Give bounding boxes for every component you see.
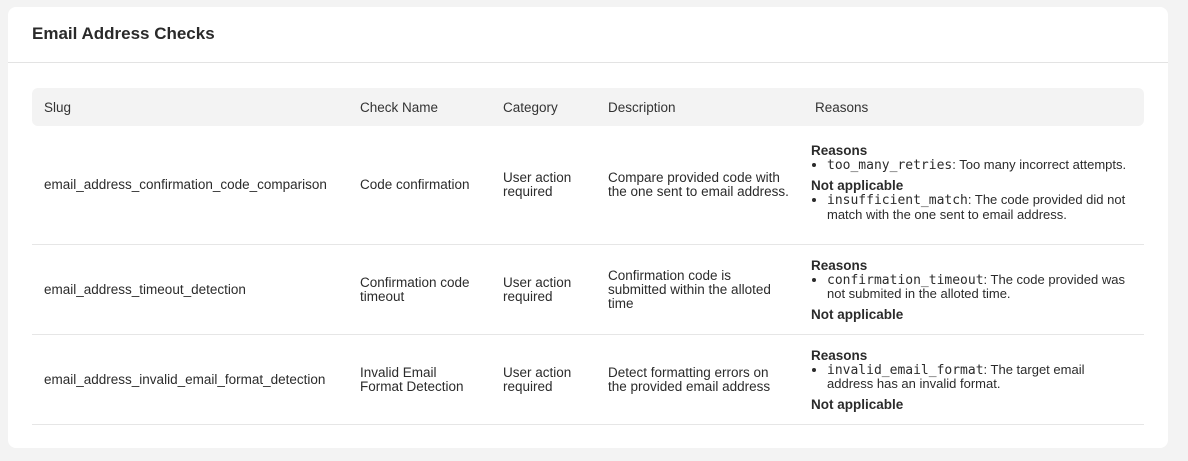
not-applicable-list: insufficient_match: The code provided di… xyxy=(811,193,1132,221)
table-row: email_address_invalid_email_format_detec… xyxy=(32,334,1144,425)
email-address-checks-card: Email Address Checks Slug Check Name Cat… xyxy=(8,7,1168,448)
not-applicable-heading: Not applicable xyxy=(811,178,904,194)
not-applicable-heading: Not applicable xyxy=(811,396,904,412)
reason-item: too_many_retries: Too many incorrect att… xyxy=(827,158,1132,173)
description-cell: Confirmation code is submitted within th… xyxy=(596,244,803,335)
table-row: email_address_confirmation_code_comparis… xyxy=(32,126,1144,245)
column-header-category: Category xyxy=(491,88,596,126)
slug-cell: email_address_confirmation_code_comparis… xyxy=(32,126,348,245)
column-header-description: Description xyxy=(596,88,803,126)
column-header-reasons: Reasons xyxy=(803,88,1144,126)
slug-cell: email_address_invalid_email_format_detec… xyxy=(32,334,348,425)
reasons-heading: Reasons xyxy=(811,257,868,273)
reasons-cell: Reasons invalid_email_format: The target… xyxy=(803,334,1144,425)
slug-cell: email_address_timeout_detection xyxy=(32,244,348,335)
card-header: Email Address Checks xyxy=(8,7,1168,63)
reason-item: confirmation_timeout: The code provided … xyxy=(827,272,1132,301)
column-header-slug: Slug xyxy=(32,88,348,126)
reasons-heading: Reasons xyxy=(811,142,868,158)
checks-table-container: Slug Check Name Category Description Rea… xyxy=(32,88,1144,425)
reasons-list: invalid_email_format: The target email a… xyxy=(811,362,1132,391)
reasons-cell: Reasons confirmation_timeout: The code p… xyxy=(803,244,1144,335)
table-row: email_address_timeout_detection Confirma… xyxy=(32,244,1144,335)
description-cell: Compare provided code with the one sent … xyxy=(596,126,803,245)
check-name-cell: Confirmation code timeout xyxy=(348,244,491,335)
not-applicable-item: insufficient_match: The code provided di… xyxy=(827,193,1132,221)
column-header-check-name: Check Name xyxy=(348,88,491,126)
reason-code: too_many_retries xyxy=(827,157,953,173)
reason-text: : Too many incorrect attempts. xyxy=(952,156,1127,172)
page-title: Email Address Checks xyxy=(32,24,215,43)
table-header: Slug Check Name Category Description Rea… xyxy=(32,88,1144,126)
check-name-cell: Invalid Email Format Detection xyxy=(348,334,491,425)
reasons-list: too_many_retries: Too many incorrect att… xyxy=(811,158,1132,173)
reasons-heading: Reasons xyxy=(811,347,868,363)
category-cell: User action required xyxy=(491,126,596,245)
reasons-cell: Reasons too_many_retries: Too many incor… xyxy=(803,126,1144,245)
category-cell: User action required xyxy=(491,244,596,335)
not-applicable-heading: Not applicable xyxy=(811,306,904,322)
reasons-list: confirmation_timeout: The code provided … xyxy=(811,272,1132,301)
reason-item: invalid_email_format: The target email a… xyxy=(827,362,1132,391)
description-cell: Detect formatting errors on the provided… xyxy=(596,334,803,425)
check-name-cell: Code confirmation xyxy=(348,126,491,245)
category-cell: User action required xyxy=(491,334,596,425)
checks-table: Slug Check Name Category Description Rea… xyxy=(32,88,1144,425)
